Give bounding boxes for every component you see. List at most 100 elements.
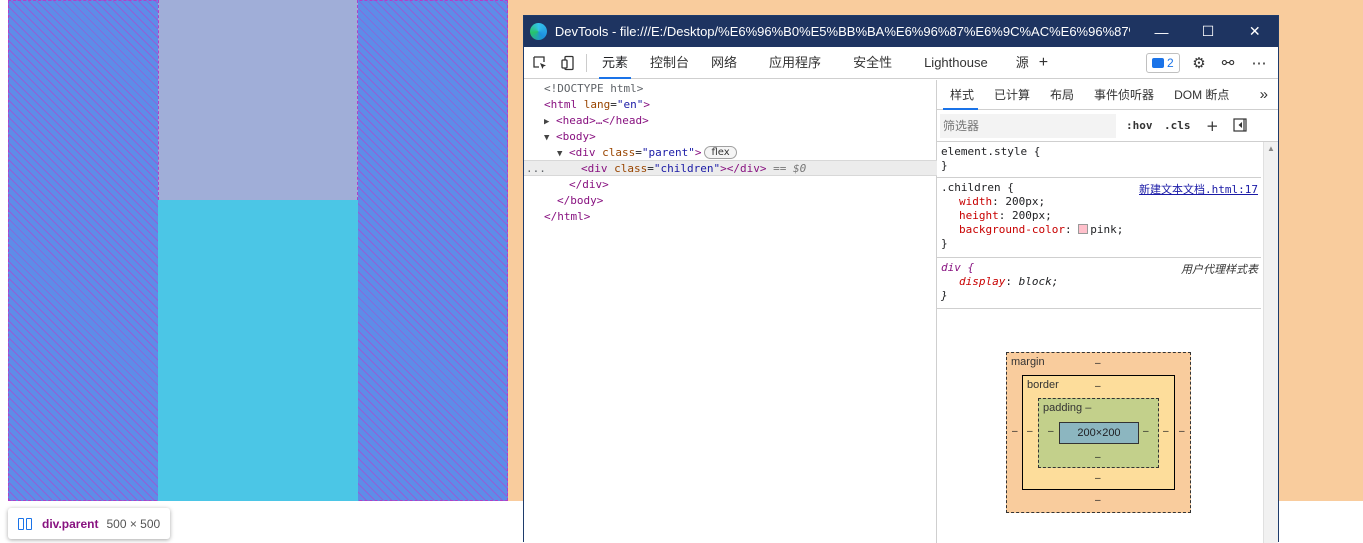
children-style-rule[interactable]: .children { 新建文本文档.html:17 width: 200px;…	[937, 178, 1261, 258]
padding-top-value[interactable]: –	[1085, 402, 1091, 414]
css-property-row[interactable]: width: 200px;	[941, 195, 1257, 209]
issues-counter-button[interactable]: 2	[1146, 53, 1180, 73]
styles-pane: 样式 已计算 布局 事件侦听器 DOM 断点 » :hov .cls + ▲ e…	[937, 80, 1278, 543]
subtab-dom-breakpoints[interactable]: DOM 断点	[1164, 80, 1239, 110]
margin-label: margin	[1011, 356, 1045, 368]
toggle-sidebar-icon[interactable]	[1233, 118, 1247, 134]
tag-close: ></div>	[720, 162, 767, 175]
collapse-triangle-icon[interactable]: ▼	[544, 130, 556, 146]
box-model-margin[interactable]: margin – – – – border – – – – padding – …	[1006, 352, 1191, 513]
box-model-padding[interactable]: padding – – – – 200×200	[1038, 398, 1159, 468]
tab-lighthouse[interactable]: Lighthouse	[913, 47, 999, 79]
tab-application[interactable]: 应用程序	[758, 47, 832, 79]
tab-console[interactable]: 控制台	[639, 47, 700, 79]
attr-value: "en"	[616, 98, 644, 111]
subtab-layout[interactable]: 布局	[1040, 80, 1084, 110]
padding-left-value[interactable]: –	[1048, 426, 1054, 437]
expand-triangle-icon[interactable]: ▶	[544, 114, 556, 130]
prop-value: block;	[1018, 275, 1059, 288]
tab-network[interactable]: 网络	[700, 47, 748, 79]
padding-bottom-value[interactable]: –	[1095, 452, 1101, 463]
attr-value: "children"	[653, 162, 721, 175]
subtab-event-listeners[interactable]: 事件侦听器	[1084, 80, 1164, 110]
add-tab-button[interactable]: +	[1033, 47, 1054, 79]
dom-body-close[interactable]: </body>	[557, 193, 603, 209]
styles-filter-input[interactable]	[940, 113, 1116, 138]
dom-div-close[interactable]: </div>	[569, 177, 609, 193]
dom-html-open[interactable]: <html lang="en">	[544, 97, 650, 113]
border-bottom-value[interactable]: –	[1095, 473, 1101, 484]
close-button[interactable]: ✕	[1231, 16, 1278, 47]
subtab-computed[interactable]: 已计算	[984, 80, 1040, 110]
remote-connect-icon[interactable]: ⚯	[1214, 47, 1242, 79]
minimize-button[interactable]: —	[1138, 16, 1185, 47]
tag-close: >	[643, 98, 650, 111]
more-subtabs-chevron-icon[interactable]: »	[1250, 80, 1278, 110]
inspect-element-icon[interactable]	[526, 47, 554, 79]
margin-top-value[interactable]: –	[1095, 358, 1101, 369]
head-tag: <head>…</head>	[556, 114, 649, 127]
styles-scrollbar[interactable]: ▲	[1263, 142, 1278, 543]
dom-div-parent[interactable]: ▼ <div class="parent"> flex	[557, 145, 737, 161]
prop-value: pink;	[1090, 223, 1124, 236]
margin-left-value[interactable]: –	[1012, 426, 1018, 437]
settings-gear-icon[interactable]: ⚙	[1185, 47, 1213, 79]
border-label: border	[1027, 379, 1059, 391]
flex-badge[interactable]: flex	[704, 146, 737, 159]
scroll-up-arrow-icon[interactable]: ▲	[1267, 144, 1275, 153]
flex-free-space-highlight	[158, 200, 358, 501]
border-right-value[interactable]: –	[1163, 426, 1169, 437]
dom-head-node[interactable]: ▶ <head>…</head>	[544, 113, 649, 129]
tooltip-tag-name: div.parent	[42, 516, 99, 531]
color-swatch[interactable]	[1078, 224, 1089, 234]
tab-divider	[586, 53, 587, 72]
prop-value: 200px;	[1012, 209, 1052, 222]
more-options-icon[interactable]: ⋯	[1245, 47, 1273, 79]
styles-filter-row: :hov .cls +	[937, 110, 1278, 142]
rule-close-brace: }	[941, 237, 948, 250]
css-property-row[interactable]: background-color: pink;	[941, 223, 1257, 237]
dom-body-open[interactable]: ▼ <body>	[544, 129, 596, 145]
message-icon	[1152, 58, 1164, 68]
attr-name: lang	[583, 98, 611, 111]
edge-browser-icon	[530, 23, 547, 40]
tab-elements[interactable]: 元素	[591, 47, 639, 79]
css-property-row[interactable]: height: 200px;	[941, 209, 1257, 223]
devtools-titlebar[interactable]: DevTools - file:///E:/Desktop/%E6%96%B0%…	[524, 16, 1278, 47]
hover-state-toggle[interactable]: :hov	[1126, 110, 1153, 142]
padding-right-value[interactable]: –	[1143, 426, 1149, 437]
maximize-button[interactable]: ☐	[1185, 16, 1232, 47]
flex-container-icon	[18, 517, 34, 530]
element-style-selector: element.style {	[941, 145, 1041, 158]
rule-close-brace: }	[941, 289, 948, 302]
body-tag: <body>	[556, 130, 596, 143]
dom-div-children[interactable]: <div class="children"></div> == $0	[581, 161, 806, 177]
class-toggle[interactable]: .cls	[1164, 110, 1191, 142]
box-model-content-size[interactable]: 200×200	[1059, 422, 1139, 444]
border-left-value[interactable]: –	[1027, 426, 1033, 437]
tab-sources[interactable]: 源	[1005, 47, 1033, 79]
tag-text: <div	[569, 146, 596, 159]
dom-ellipsis-menu[interactable]: ...	[526, 161, 546, 177]
box-model-border[interactable]: border – – – – padding – – – – 200×200	[1022, 375, 1175, 490]
margin-bottom-value[interactable]: –	[1095, 495, 1101, 506]
margin-right-value[interactable]: –	[1179, 426, 1185, 437]
prop-name: height	[959, 209, 999, 222]
new-style-rule-button[interactable]: +	[1206, 110, 1219, 142]
stylesheet-source-link[interactable]: 新建文本文档.html:17	[1139, 181, 1258, 197]
element-style-rule[interactable]: element.style { }	[937, 142, 1261, 178]
collapse-triangle-icon[interactable]: ▼	[557, 146, 569, 162]
children-div-highlight[interactable]	[158, 0, 358, 200]
border-top-value[interactable]: –	[1095, 381, 1101, 392]
user-agent-style-rule[interactable]: div { 用户代理样式表 display: block; }	[937, 258, 1261, 309]
tab-security[interactable]: 安全性	[842, 47, 903, 79]
rule-close-brace: }	[941, 159, 948, 172]
prop-value: 200px;	[1005, 195, 1046, 208]
subtab-styles[interactable]: 样式	[937, 80, 984, 110]
dom-doctype[interactable]: <!DOCTYPE html>	[544, 81, 643, 97]
device-toolbar-icon[interactable]	[554, 47, 582, 79]
prop-name: background-color	[959, 223, 1065, 236]
dom-html-close[interactable]: </html>	[544, 209, 590, 225]
attr-name: class	[614, 162, 648, 175]
attr-value: "parent"	[641, 146, 695, 159]
